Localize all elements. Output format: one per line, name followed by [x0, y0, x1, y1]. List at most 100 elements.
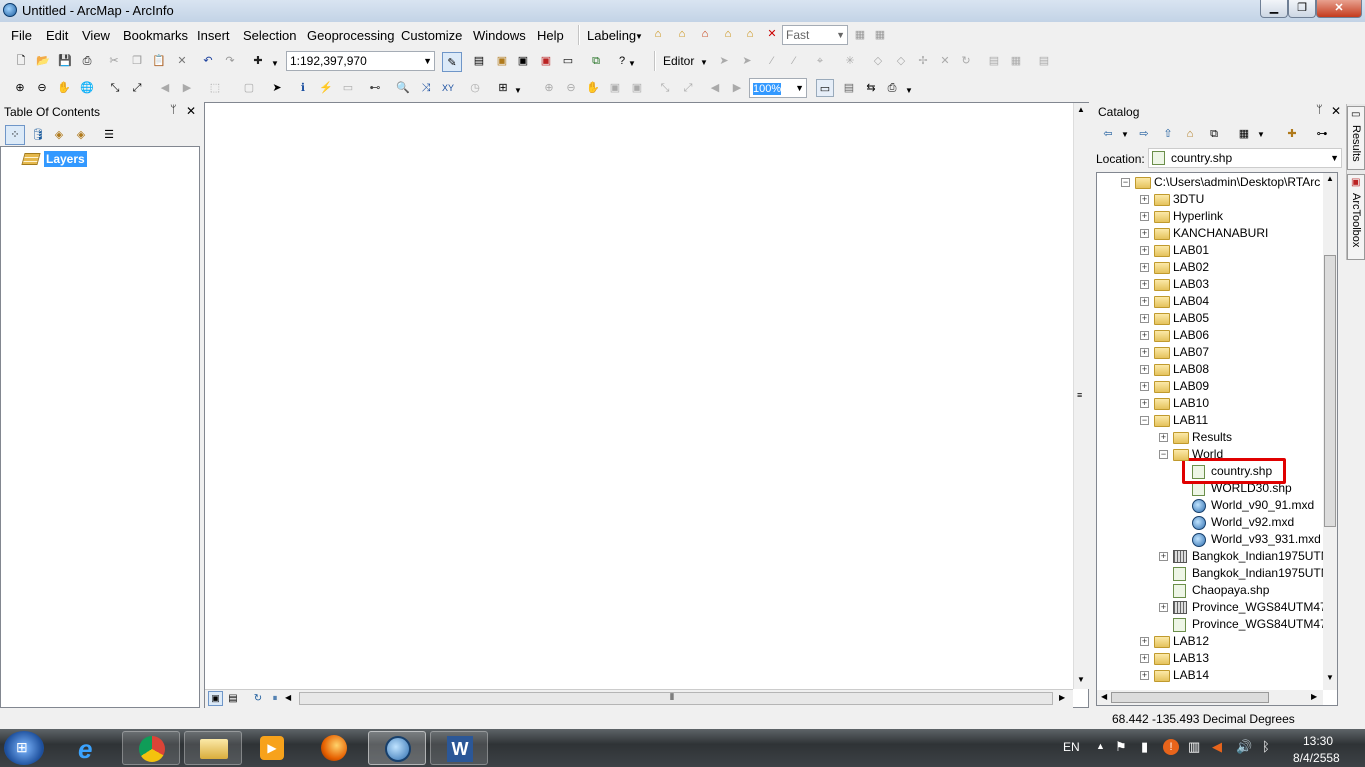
taskbar-firefox[interactable] — [306, 731, 364, 765]
rotate-icon[interactable]: ↻ — [958, 53, 974, 69]
expand-icon[interactable]: + — [1140, 246, 1149, 255]
list-by-drawing-order-icon[interactable]: ⁘ — [5, 125, 25, 145]
catalog-tree-item[interactable]: + Results — [1097, 429, 1323, 446]
expand-icon[interactable]: + — [1140, 331, 1149, 340]
label-fit-icon[interactable]: ▦ — [852, 27, 868, 43]
menu-selection[interactable]: Selection — [243, 28, 296, 43]
data-view-icon[interactable]: ▣ — [208, 691, 223, 706]
expand-icon[interactable]: + — [1140, 382, 1149, 391]
expand-icon[interactable]: + — [1140, 365, 1149, 374]
taskbar-chrome[interactable] — [122, 731, 180, 765]
hscroll-grip-icon[interactable]: ⦀ — [670, 692, 674, 703]
zoom-in-icon[interactable]: ⊕ — [12, 80, 28, 96]
taskbar-internet-explorer[interactable]: e — [62, 731, 120, 765]
expand-icon[interactable]: + — [1140, 297, 1149, 306]
expand-icon[interactable]: + — [1159, 433, 1168, 442]
taskbar-explorer[interactable] — [184, 731, 242, 765]
catalog-tree-item[interactable]: + LAB02 — [1097, 259, 1323, 276]
html-popup-icon[interactable]: ▭ — [340, 80, 356, 96]
catalog-scroll-left-icon[interactable]: ◀ — [1101, 692, 1107, 701]
toggle-draft-mode-icon[interactable]: ▭ — [816, 79, 834, 97]
menu-geoprocessing[interactable]: Geoprocessing — [307, 28, 394, 43]
collapse-icon[interactable]: − — [1140, 416, 1149, 425]
catalog-tree-item[interactable]: − LAB11 — [1097, 412, 1323, 429]
catalog-tree-item[interactable]: + Province_WGS84UTM47N — [1097, 599, 1335, 616]
close-button[interactable]: ✕ — [1316, 0, 1362, 18]
layout-zoom-out-icon[interactable]: ⊖ — [563, 80, 579, 96]
expand-icon[interactable]: + — [1140, 654, 1149, 663]
labeling-dropdown-icon[interactable]: ▼ — [635, 32, 643, 41]
measure-icon[interactable]: ⊷ — [367, 80, 383, 96]
catalog-scroll-right-icon[interactable]: ▶ — [1311, 692, 1317, 701]
open-icon[interactable]: 📂 — [35, 53, 51, 69]
toc-options-icon[interactable]: ☰ — [101, 127, 117, 143]
action-center-flag-icon[interactable]: ⚑ — [1115, 739, 1127, 755]
catalog-tree-item[interactable]: country.shp — [1097, 458, 1323, 484]
label-quality-select[interactable]: Fast ▼ — [782, 25, 848, 45]
viewer-dropdown-icon[interactable]: ▼ — [514, 86, 522, 95]
pause-labeling-icon[interactable]: ✕ — [764, 26, 780, 42]
catalog-scroll-up-icon[interactable]: ▲ — [1326, 174, 1334, 183]
catalog-tree-item[interactable]: + LAB13 — [1097, 650, 1323, 667]
connect-to-folder-icon[interactable]: ⧉ — [1206, 126, 1222, 142]
menu-customize[interactable]: Customize — [401, 28, 462, 43]
toc-close-icon[interactable]: ✕ — [186, 104, 196, 118]
print-icon[interactable]: ⎙ — [79, 53, 95, 69]
map-display[interactable]: ▲ ≡ ▼ ▣ ▤ ↻ ⏸ ◀ ⦀ ▶ — [204, 102, 1089, 708]
scroll-up-icon[interactable]: ▲ — [1077, 105, 1085, 114]
expand-icon[interactable]: + — [1140, 314, 1149, 323]
help-dropdown-icon[interactable]: ▼ — [628, 59, 636, 68]
model-builder-icon[interactable]: ⧉ — [588, 53, 604, 69]
catalog-tree-item[interactable]: + KANCHANABURI — [1097, 225, 1323, 242]
list-by-selection-icon[interactable]: ◈ — [73, 127, 89, 143]
language-indicator[interactable]: EN — [1063, 740, 1080, 754]
endpoint-arc-icon[interactable]: ⁄ — [786, 53, 802, 69]
catalog-scroll-down-icon[interactable]: ▼ — [1326, 673, 1334, 682]
layout-forward-icon[interactable]: ▶ — [729, 80, 745, 96]
python-window-icon[interactable]: ▭ — [560, 53, 576, 69]
forward-icon[interactable]: ⇨ — [1136, 126, 1152, 142]
label-options-icon[interactable]: ▦ — [872, 27, 888, 43]
pan-icon[interactable]: ✋ — [56, 80, 72, 96]
catalog-tree-item[interactable]: + LAB01 — [1097, 242, 1323, 259]
scroll-left-icon[interactable]: ◀ — [285, 693, 291, 702]
collapse-icon[interactable]: − — [1159, 450, 1168, 459]
search-window-icon[interactable]: ▣ — [515, 53, 531, 69]
catalog-tree-item[interactable]: + LAB09 — [1097, 378, 1323, 395]
layout-fixed-zoom-out-icon[interactable]: ⤢ — [680, 80, 696, 96]
catalog-tree-item[interactable]: Bangkok_Indian1975UTM — [1097, 565, 1331, 582]
menu-insert[interactable]: Insert — [197, 28, 230, 43]
minimize-button[interactable]: ▁ — [1260, 0, 1288, 18]
save-icon[interactable]: 💾 — [57, 53, 73, 69]
home-icon[interactable]: ⌂ — [1182, 126, 1198, 142]
catalog-close-icon[interactable]: ✕ — [1331, 104, 1341, 118]
catalog-pin-icon[interactable]: ᛘ — [1316, 104, 1323, 116]
expand-icon[interactable]: + — [1140, 348, 1149, 357]
menu-help[interactable]: Help — [537, 28, 564, 43]
expand-icon[interactable]: + — [1140, 195, 1149, 204]
expand-icon[interactable]: + — [1159, 603, 1168, 612]
layout-view-icon[interactable]: ▤ — [225, 691, 241, 707]
menu-file[interactable]: File — [11, 28, 32, 43]
paste-icon[interactable]: 📋 — [151, 53, 167, 69]
attributes-icon[interactable]: ▤ — [986, 53, 1002, 69]
redo-icon[interactable]: ↷ — [222, 53, 238, 69]
undo-icon[interactable]: ↶ — [200, 53, 216, 69]
catalog-tree-item[interactable]: Province_WGS84UTM47N — [1097, 616, 1335, 633]
zoom-out-icon[interactable]: ⊖ — [34, 80, 50, 96]
catalog-horizontal-scrollbar[interactable]: ◀ ▶ — [1097, 690, 1323, 705]
clear-selection-icon[interactable]: ▢ — [241, 80, 257, 96]
zoom-whole-page-icon[interactable]: ▣ — [607, 80, 623, 96]
map-horizontal-scrollbar[interactable]: ⦀ — [299, 692, 1053, 705]
cut-icon[interactable]: ✂ — [106, 53, 122, 69]
edit-tool-icon[interactable]: ➤ — [716, 53, 732, 69]
full-extent-icon[interactable]: 🌐 — [79, 80, 95, 96]
add-data-icon[interactable]: ✚ — [250, 53, 266, 69]
list-by-visibility-icon[interactable]: ◈ — [51, 127, 67, 143]
catalog-tree-item[interactable]: + LAB10 — [1097, 395, 1323, 412]
taskbar-arcmap[interactable] — [368, 731, 426, 765]
menu-windows[interactable]: Windows — [473, 28, 526, 43]
add-data-dropdown-icon[interactable]: ▼ — [271, 59, 279, 68]
taskbar-media-player[interactable]: ▶ — [244, 731, 302, 765]
scroll-down-icon[interactable]: ▼ — [1077, 675, 1085, 684]
